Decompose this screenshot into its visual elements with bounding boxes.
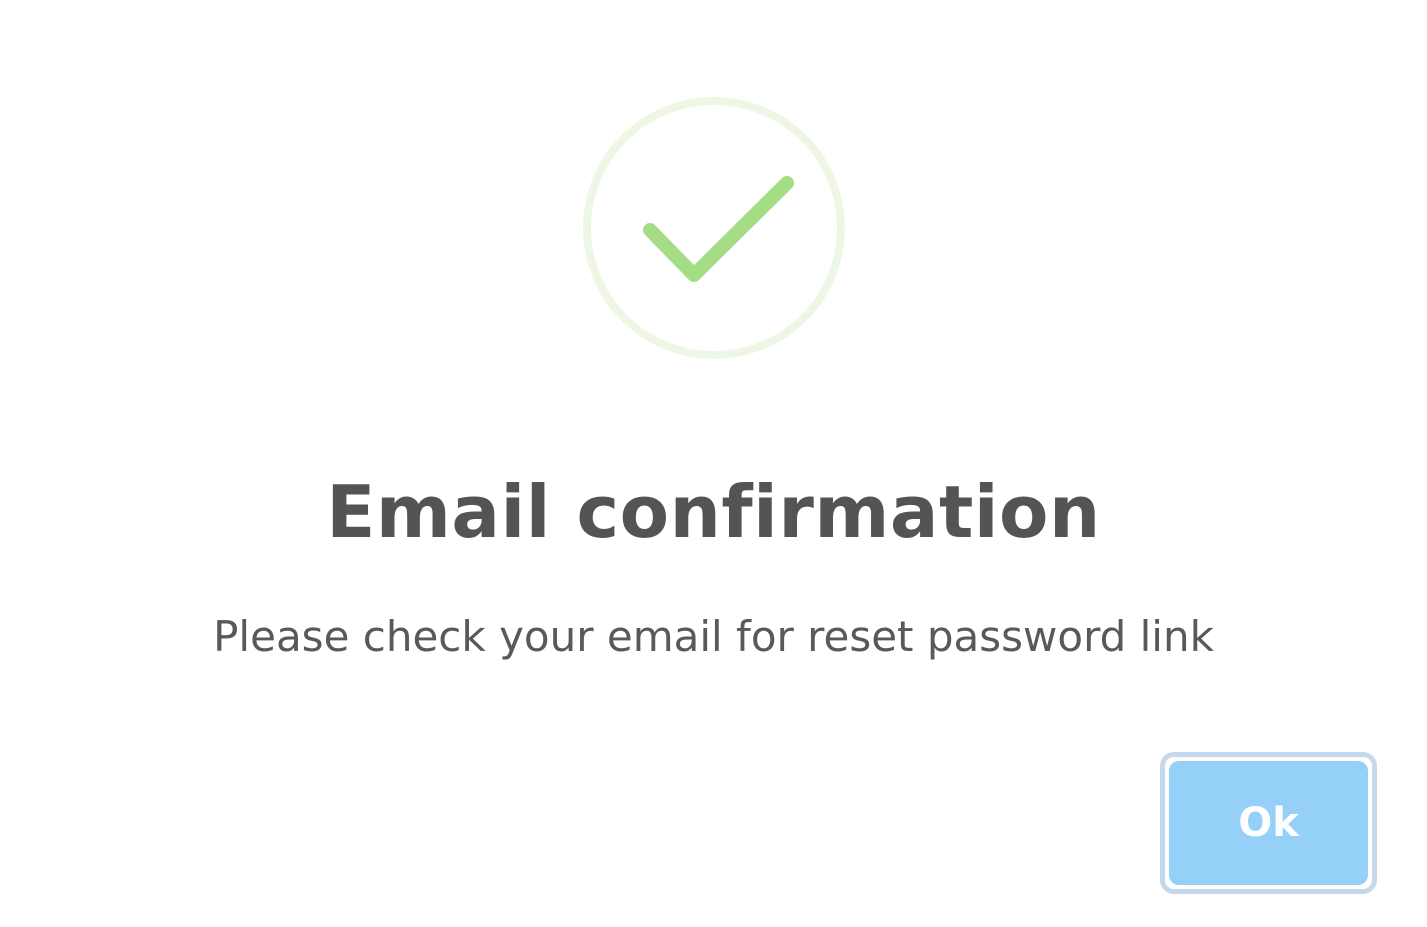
email-confirmation-dialog: Email confirmation Please check your ema… <box>0 0 1427 927</box>
dialog-message: Please check your email for reset passwo… <box>213 612 1214 661</box>
ok-button-label: Ok <box>1169 761 1368 885</box>
dialog-title: Email confirmation <box>326 470 1101 554</box>
ok-button[interactable]: Ok <box>1160 752 1377 894</box>
success-check-icon <box>583 97 845 359</box>
